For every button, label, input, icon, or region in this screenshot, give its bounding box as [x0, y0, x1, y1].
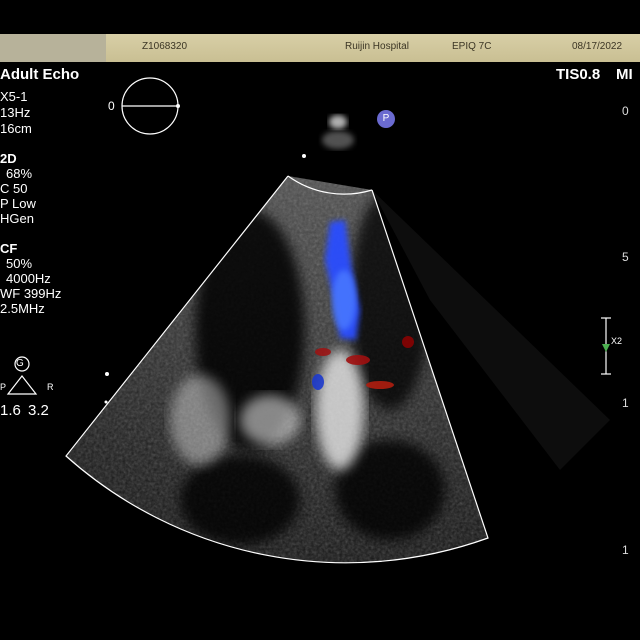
depth-tick-15: 1 [622, 543, 629, 557]
cf-wall-filter: WF 399Hz [0, 286, 62, 301]
lower-left-chamber [180, 455, 300, 545]
frame-rate: 13Hz [0, 105, 31, 120]
depth: 16cm [0, 121, 32, 136]
2d-section-title: 2D [0, 151, 17, 166]
color-flow-red-3 [315, 348, 331, 356]
gyro-right-value: 3.2 [28, 402, 49, 419]
color-flow-blue-spot [312, 374, 324, 390]
near-field-echo [322, 131, 354, 149]
2d-mode: HGen [0, 211, 34, 226]
septum [316, 350, 364, 470]
probe-name: X5-1 [0, 89, 28, 104]
cf-frequency: 2.5MHz [0, 301, 45, 316]
depth-tick-5: 5 [622, 250, 629, 264]
focus-label: X2 [611, 336, 623, 346]
tis-value: TIS0.8 [556, 66, 601, 83]
orientation-indicator [121, 77, 180, 135]
depth-tick-0: 0 [622, 104, 629, 118]
gyro-letter: G [16, 358, 24, 369]
cf-prf: 4000Hz [6, 271, 51, 286]
probe-tip-echo [329, 115, 347, 129]
gyro-triangle [6, 375, 38, 395]
valve-echo [240, 395, 300, 445]
2d-gain: 68% [6, 166, 33, 181]
2d-compress: C 50 [0, 181, 28, 196]
cf-section-title: CF [0, 241, 18, 256]
probe-orientation-marker: P [377, 110, 395, 128]
side-dot [105, 372, 109, 376]
side-dot [104, 400, 108, 404]
speckle-texture [66, 176, 488, 563]
echo-viewer: Z1068320 Ruijin Hospital EPIQ 7C 08/17/2… [0, 0, 640, 640]
gyro-left-label: P [0, 382, 7, 392]
gyro-right-label: R [47, 382, 54, 392]
2d-power: P Low [0, 196, 36, 211]
orientation-dot [176, 104, 180, 108]
preset-mode: Adult Echo [0, 66, 80, 83]
color-flow-red-4 [402, 336, 414, 348]
color-flow-red-2 [366, 381, 394, 389]
color-flow-blue-core [332, 270, 356, 330]
echo-sector-image [65, 115, 610, 564]
depth-tick-10: 1 [622, 396, 629, 410]
gyro-left-value: 1.6 [0, 402, 21, 419]
color-flow-red-1 [346, 355, 370, 365]
focus-arrow-icon [602, 344, 610, 352]
orientation-angle: 0 [108, 99, 115, 113]
mi-value: MI [616, 66, 633, 83]
lateral-wall [170, 375, 230, 465]
cf-gain: 50% [6, 256, 33, 271]
apex-dot [302, 154, 306, 158]
